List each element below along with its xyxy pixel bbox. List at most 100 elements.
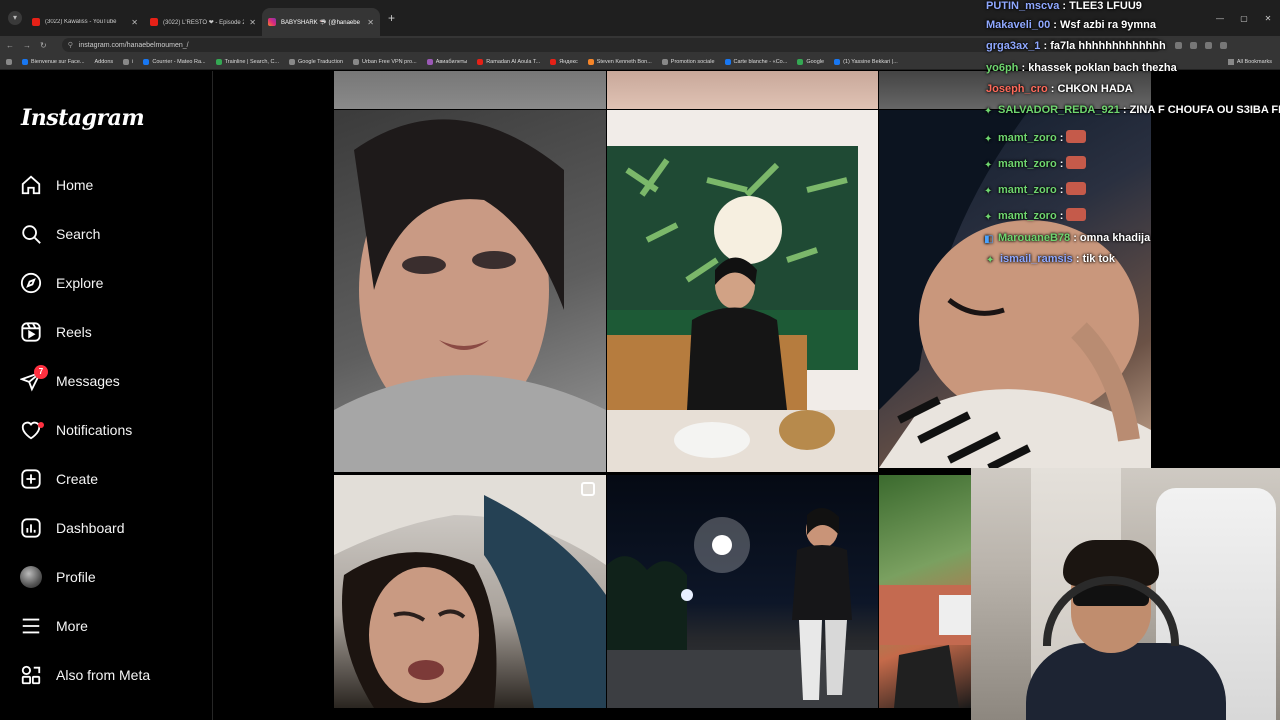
instagram-logo[interactable]: Instagram bbox=[21, 105, 145, 131]
sidebar-item-label: Profile bbox=[56, 569, 96, 585]
tab-title: BABYSHARK 🦈 (@hanaebe bbox=[281, 19, 360, 26]
tab-title: (3022) L'RESTO ❤ - Episode 2 bbox=[163, 19, 245, 26]
apps-icon[interactable] bbox=[6, 58, 12, 65]
bookmark-label: Ramadan Al Aoula T... bbox=[486, 58, 541, 65]
chat-username: SALVADOR_REDA_921 bbox=[998, 104, 1120, 116]
chat-username: yo6ph bbox=[986, 62, 1019, 74]
avatar bbox=[20, 566, 42, 588]
post-thumbnail[interactable] bbox=[879, 475, 971, 708]
all-bookmarks-button[interactable]: All Bookmarks bbox=[1227, 54, 1272, 70]
sidebar-item-notifications[interactable]: Notifications bbox=[20, 415, 132, 445]
outlook-icon bbox=[143, 58, 150, 65]
bookmark[interactable]: i bbox=[123, 58, 133, 65]
reload-icon[interactable]: ↻ bbox=[40, 41, 47, 50]
close-tab-icon[interactable]: ✕ bbox=[249, 18, 256, 27]
facebook-icon bbox=[22, 58, 28, 65]
bookmark-label: Courrier - Mateo Ra... bbox=[152, 58, 206, 65]
chat-username: mamt_zoro bbox=[998, 184, 1057, 196]
youtube-icon bbox=[32, 18, 40, 26]
chat-message: ✦ mamt_zoro : bbox=[984, 208, 1087, 223]
bookmark-label: Promotion sociale bbox=[670, 58, 715, 65]
browser-tab-active[interactable]: BABYSHARK 🦈 (@hanaebe ✕ bbox=[262, 8, 380, 36]
extension-icon[interactable] bbox=[1174, 41, 1182, 49]
chat-message: ◧ MarouaneB78 : omna khadija bbox=[984, 232, 1150, 245]
bookmark[interactable]: Addons bbox=[95, 59, 114, 65]
chat-message: yo6ph : khassek poklan bach thezha bbox=[986, 62, 1177, 74]
sidebar-item-explore[interactable]: Explore bbox=[20, 268, 103, 298]
site-info-icon[interactable]: ⚲ bbox=[68, 41, 73, 49]
sidebar-item-reels[interactable]: Reels bbox=[20, 317, 92, 347]
post-thumbnail[interactable] bbox=[607, 475, 878, 708]
post-thumbnail[interactable] bbox=[334, 71, 606, 109]
close-tab-icon[interactable]: ✕ bbox=[367, 18, 374, 27]
sidebar-item-more[interactable]: More bbox=[20, 611, 88, 641]
chat-username: Makaveli_00 bbox=[986, 19, 1051, 31]
post-image bbox=[334, 119, 606, 472]
sparkle-badge-icon: ✦ bbox=[984, 106, 993, 117]
back-icon[interactable]: ← bbox=[6, 41, 14, 50]
post-thumbnail[interactable] bbox=[607, 110, 878, 472]
close-window-icon[interactable]: ✕ bbox=[1256, 14, 1280, 23]
tab-search-icon[interactable]: ▾ bbox=[8, 11, 22, 25]
webcam-person-body bbox=[1026, 643, 1226, 720]
close-tab-icon[interactable]: ✕ bbox=[131, 18, 138, 27]
bookmark[interactable]: Urban Free VPN pro... bbox=[352, 58, 417, 65]
bookmark[interactable]: Авиабилеты bbox=[426, 58, 468, 65]
chat-separator: : bbox=[1059, 0, 1070, 12]
forward-icon[interactable]: → bbox=[23, 41, 31, 50]
chat-separator: : bbox=[1047, 83, 1058, 95]
bookmark[interactable]: Ramadan Al Aoula T... bbox=[477, 58, 541, 65]
bookmark-label: Авиабилеты bbox=[435, 58, 468, 65]
bookmark[interactable]: Steven Kenneth Bon... bbox=[587, 58, 652, 65]
sidebar-item-messages[interactable]: 7 Messages bbox=[19, 365, 120, 396]
bookmark-label: Bienvenue sur Face... bbox=[31, 58, 85, 65]
sidebar-item-label: Reels bbox=[56, 324, 92, 340]
sidebar-item-dashboard[interactable]: Dashboard bbox=[20, 513, 125, 543]
google-translate-icon bbox=[289, 58, 296, 65]
reels-icon bbox=[21, 322, 41, 342]
chat-separator: : bbox=[1072, 253, 1083, 265]
extension-icon[interactable] bbox=[1189, 41, 1197, 49]
chat-username: MarouaneB78 bbox=[998, 232, 1071, 244]
bookmark[interactable]: (1) Yassine Bekkari |... bbox=[834, 58, 898, 65]
sidebar-item-home[interactable]: Home bbox=[20, 170, 93, 200]
new-tab-button[interactable]: + bbox=[388, 11, 395, 25]
sidebar-item-profile[interactable]: Profile bbox=[20, 562, 96, 592]
sparkle-badge-icon: ✦ bbox=[984, 160, 993, 171]
maximize-icon[interactable]: ▢ bbox=[1232, 14, 1256, 23]
browser-tab[interactable]: (3022) Kawaliss - YouTube ✕ bbox=[26, 8, 144, 36]
post-thumbnail[interactable] bbox=[607, 71, 878, 109]
bookmark[interactable]: Carte blanche - «Co... bbox=[724, 58, 787, 65]
post-image bbox=[607, 507, 878, 708]
bookmark[interactable]: Яндекс bbox=[550, 58, 578, 65]
bookmark[interactable]: Bienvenue sur Face... bbox=[22, 58, 85, 65]
vpn-icon bbox=[352, 58, 359, 65]
profile-icon[interactable] bbox=[1219, 41, 1227, 49]
chat-message: Makaveli_00 : Wsf azbi ra 9ymna bbox=[986, 19, 1156, 31]
post-thumbnail[interactable] bbox=[334, 475, 606, 708]
chat-message: ✦ SALVADOR_REDA_921 : ZINA F CHOUFA OU S3… bbox=[984, 104, 1280, 117]
post-thumbnail[interactable] bbox=[334, 110, 606, 472]
sidebar-item-search[interactable]: Search bbox=[20, 219, 100, 249]
bookmark[interactable]: Courrier - Mateo Ra... bbox=[143, 58, 206, 65]
extension-icon[interactable] bbox=[1204, 41, 1212, 49]
bookmark[interactable]: Google bbox=[797, 58, 824, 65]
bookmark-label: Trainline | Search, C... bbox=[224, 58, 280, 65]
heart-icon-wrap bbox=[20, 419, 44, 441]
explore-icon bbox=[20, 272, 42, 294]
chat-text: Wsf azbi ra 9ymna bbox=[1060, 19, 1156, 31]
bookmark[interactable]: Promotion sociale bbox=[661, 58, 715, 65]
browser-tab[interactable]: (3022) L'RESTO ❤ - Episode 2 ✕ bbox=[144, 8, 262, 36]
sidebar-item-label: Dashboard bbox=[56, 520, 125, 536]
sidebar-item-create[interactable]: Create bbox=[20, 464, 98, 494]
all-bookmarks-label: All Bookmarks bbox=[1236, 59, 1272, 65]
bookmark[interactable]: Trainline | Search, C... bbox=[215, 58, 280, 65]
sparkle-badge-icon: ✦ bbox=[984, 212, 993, 223]
bookmark[interactable]: Google Traduction bbox=[289, 58, 343, 65]
sidebar-item-label: Messages bbox=[56, 373, 120, 389]
create-icon bbox=[21, 469, 41, 489]
chat-message: PUTIN_mscva : TLEE3 LFUU9 bbox=[986, 0, 1142, 12]
messages-badge: 7 bbox=[34, 365, 48, 379]
minimize-icon[interactable]: — bbox=[1208, 14, 1232, 23]
sidebar-item-also-from-meta[interactable]: Also from Meta bbox=[20, 660, 150, 690]
